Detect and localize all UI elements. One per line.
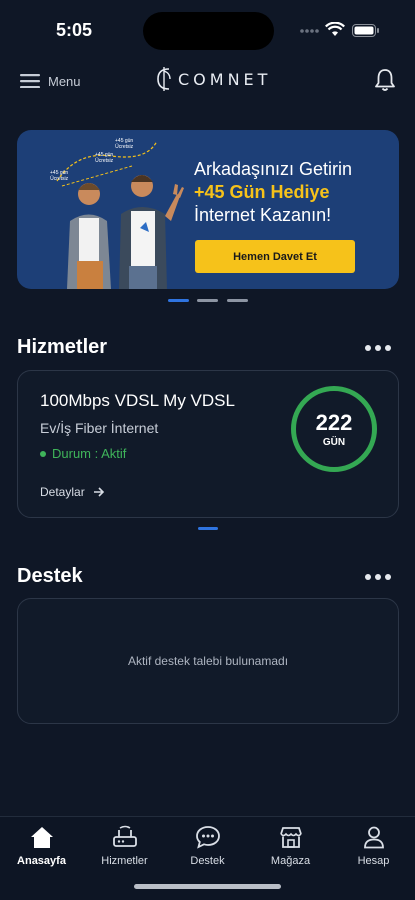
arrow-right-icon [93, 487, 104, 497]
tab-account-label: Hesap [357, 855, 390, 867]
tab-home-label: Anasayfa [17, 855, 66, 867]
details-label: Detaylar [40, 485, 85, 499]
support-empty-message: Aktif destek talebi bulunamadı [127, 654, 289, 668]
dynamic-island [143, 12, 274, 50]
gift-bubble-text: +45 gün Ücretsiz [95, 152, 114, 164]
tab-account[interactable]: Hesap [332, 825, 415, 867]
support-more-button[interactable] [365, 573, 391, 581]
user-icon [363, 826, 384, 849]
promo-banner[interactable]: +45 gün Ücretsiz +45 gün Ücretsiz +45 gü… [17, 130, 399, 289]
dot-icon [365, 574, 371, 580]
dot-icon [385, 574, 391, 580]
service-status-text: Durum : Aktif [52, 446, 127, 461]
services-pager-dot [198, 527, 218, 530]
menu-button[interactable]: Menu [20, 70, 81, 92]
router-icon [112, 825, 137, 847]
logo-text: COMNET [178, 69, 272, 89]
tab-support[interactable]: Destek [166, 825, 249, 867]
gift-bubble: +45 gün Ücretsiz [95, 152, 113, 164]
details-link[interactable]: Detaylar [40, 485, 105, 499]
support-card: Aktif destek talebi bulunamadı [17, 598, 399, 724]
banner-subline: İnternet Kazanın! [194, 205, 332, 225]
status-time: 5:05 [56, 20, 93, 40]
gift-bubble-text: +45 gün Ücretsiz [115, 138, 134, 150]
logo-mark-icon [157, 67, 171, 91]
tab-services[interactable]: Hizmetler [83, 825, 166, 867]
dot-icon [375, 574, 381, 580]
tab-store[interactable]: Mağaza [249, 825, 332, 867]
hamburger-icon [20, 74, 40, 88]
services-more-button[interactable] [365, 344, 391, 352]
service-status: Durum : Aktif [40, 446, 126, 461]
tab-support-label: Destek [190, 855, 225, 867]
service-name: 100Mbps VDSL My VDSL [40, 391, 235, 410]
dot-icon [385, 345, 391, 351]
carousel-dot-active[interactable] [168, 299, 189, 302]
tab-store-label: Mağaza [270, 855, 311, 867]
tab-home[interactable]: Anasayfa [0, 825, 83, 867]
dot-icon [375, 345, 381, 351]
services-title: Hizmetler [17, 336, 108, 358]
remaining-days-unit: GÜN [322, 436, 346, 448]
banner-headline: Arkadaşınızı Getirin [194, 159, 353, 179]
service-card[interactable]: 100Mbps VDSL My VDSL Ev/İş Fiber İnterne… [17, 370, 399, 518]
notification-bell-icon[interactable] [374, 68, 396, 92]
support-title: Destek [17, 565, 83, 587]
chat-icon [195, 826, 220, 849]
wifi-icon [325, 22, 345, 36]
invite-now-button[interactable]: Hemen Davet Et [195, 240, 355, 273]
gift-bubble: +45 gün Ücretsiz [50, 170, 68, 182]
remaining-days-ring: 222 GÜN [291, 386, 377, 472]
cellular-signal-icon [300, 29, 319, 33]
status-dot-icon [40, 450, 46, 457]
menu-label: Menu [48, 73, 81, 89]
friends-illustration [56, 140, 184, 289]
gift-bubble-text: +45 gün Ücretsiz [50, 170, 69, 182]
banner-highlight: +45 Gün Hediye [194, 182, 330, 202]
service-type: Ev/İş Fiber İnternet [40, 420, 159, 436]
comnet-logo: COMNET [156, 66, 271, 92]
store-icon [279, 827, 302, 848]
tab-services-label: Hizmetler [101, 855, 148, 867]
carousel-dot[interactable] [197, 299, 218, 302]
carousel-dot[interactable] [227, 299, 248, 302]
gift-bubble: +45 gün Ücretsiz [115, 138, 133, 150]
home-icon [30, 827, 53, 848]
battery-icon [352, 24, 379, 37]
remaining-days-value: 222 [315, 409, 353, 435]
dot-icon [365, 345, 371, 351]
home-indicator [134, 884, 281, 889]
